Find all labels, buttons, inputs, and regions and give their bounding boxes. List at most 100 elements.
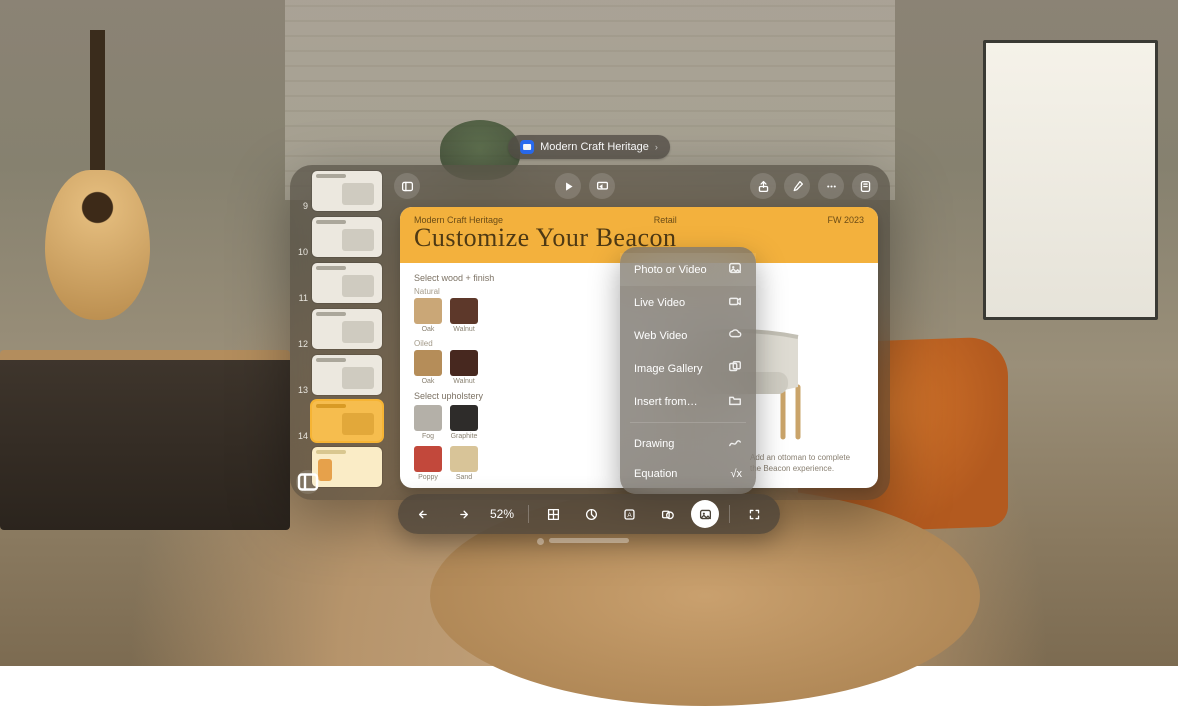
equation-icon: √x — [730, 468, 742, 480]
popover-item-folder[interactable]: Insert from… — [620, 385, 756, 418]
slide-thumbnail[interactable]: 12 — [294, 309, 382, 349]
keynote-app-icon — [520, 140, 534, 154]
share-button[interactable] — [750, 173, 776, 199]
slide-number: 14 — [294, 431, 308, 441]
svg-text:A: A — [627, 511, 632, 518]
swatch[interactable]: Oak — [414, 298, 442, 333]
chevron-right-icon: › — [655, 142, 658, 152]
popover-item-equation[interactable]: Equation √x — [620, 460, 756, 488]
slide-number: 12 — [294, 339, 308, 349]
media-console — [0, 350, 290, 530]
cloud-icon — [728, 327, 742, 344]
slide-preview — [312, 217, 382, 257]
insert-text-button[interactable]: A — [615, 500, 643, 528]
swatch-label: Sand — [450, 474, 478, 481]
slide-number: 10 — [294, 247, 308, 257]
guitar — [35, 30, 160, 320]
swatch-label: Poppy — [414, 474, 442, 481]
zoom-level[interactable]: 52% — [486, 507, 518, 521]
swatch-label: Fog — [414, 433, 442, 440]
popover-item-label: Equation — [634, 468, 677, 480]
slide-thumbnail[interactable]: 11 — [294, 263, 382, 303]
swatch-label: Graphite — [450, 433, 478, 440]
gallery-icon — [728, 360, 742, 377]
keynote-window: 9 10 11 12 13 14 — [290, 165, 890, 500]
slide-thumbnail[interactable]: 9 — [294, 171, 382, 211]
swatch-chip — [450, 405, 478, 431]
swatch-chip — [450, 350, 478, 376]
insert-chart-button[interactable] — [577, 500, 605, 528]
inspector-button[interactable] — [852, 173, 878, 199]
bottom-toolbar: 52% A — [398, 494, 780, 534]
popover-item-label: Image Gallery — [634, 363, 702, 375]
slide-preview — [312, 355, 382, 395]
slide-number: 13 — [294, 385, 308, 395]
camera-icon — [728, 294, 742, 311]
toolbar-separator — [729, 505, 730, 523]
top-toolbar — [388, 171, 884, 201]
swatch-label: Oak — [414, 378, 442, 385]
redo-button[interactable] — [448, 500, 476, 528]
room-window — [983, 40, 1158, 320]
swatch-chip — [450, 298, 478, 324]
popover-item-photo[interactable]: Photo or Video — [620, 253, 756, 286]
scribble-icon — [728, 435, 742, 452]
popover-separator — [630, 422, 746, 423]
slide-meta-right: FW 2023 — [827, 215, 864, 225]
photo-icon — [728, 261, 742, 278]
more-button[interactable] — [818, 173, 844, 199]
document-title-pill[interactable]: Modern Craft Heritage › — [508, 135, 670, 159]
slide-number: 9 — [294, 201, 308, 211]
swatch-chip — [450, 446, 478, 472]
slide-preview — [312, 263, 382, 303]
popover-item-label: Photo or Video — [634, 264, 707, 276]
undo-button[interactable] — [410, 500, 438, 528]
popover-item-gallery[interactable]: Image Gallery — [620, 352, 756, 385]
slide-thumbnail[interactable]: 14 — [294, 401, 382, 441]
format-paintbrush-button[interactable] — [784, 173, 810, 199]
swatch[interactable]: Poppy — [414, 446, 442, 481]
swatch[interactable]: Walnut — [450, 350, 478, 385]
document-title: Modern Craft Heritage — [540, 141, 649, 153]
swatch[interactable]: Graphite — [450, 405, 478, 440]
swatch-label: Oak — [414, 326, 442, 333]
swatch-chip — [414, 405, 442, 431]
popover-item-label: Web Video — [634, 330, 687, 342]
insert-shape-button[interactable] — [653, 500, 681, 528]
swatch[interactable]: Walnut — [450, 298, 478, 333]
popover-item-label: Insert from… — [634, 396, 698, 408]
slide-number: 11 — [294, 293, 308, 303]
slide-preview — [312, 309, 382, 349]
insert-media-button[interactable] — [691, 500, 719, 528]
swatch-chip — [414, 350, 442, 376]
swatch[interactable]: Oak — [414, 350, 442, 385]
swatch-label: Walnut — [450, 326, 478, 333]
slide-preview — [312, 447, 382, 487]
expand-button[interactable] — [740, 500, 768, 528]
slide-preview — [312, 401, 382, 441]
window-move-handle[interactable] — [549, 538, 629, 543]
slide-navigator[interactable]: 9 10 11 12 13 14 — [290, 165, 388, 500]
popover-item-scribble[interactable]: Drawing — [620, 427, 756, 460]
toolbar-separator — [528, 505, 529, 523]
slide-preview — [312, 171, 382, 211]
insert-table-button[interactable] — [539, 500, 567, 528]
popover-item-camera[interactable]: Live Video — [620, 286, 756, 319]
slide-footnote: Add an ottoman to complete the Beacon ex… — [750, 453, 860, 474]
swatch[interactable]: Fog — [414, 405, 442, 440]
folder-icon — [728, 393, 742, 410]
swatch-label: Walnut — [450, 378, 478, 385]
view-mode-button[interactable] — [394, 173, 420, 199]
window-close-dot[interactable] — [537, 538, 544, 545]
popover-item-cloud[interactable]: Web Video — [620, 319, 756, 352]
popover-item-label: Drawing — [634, 438, 674, 450]
swatch-chip — [414, 298, 442, 324]
present-display-button[interactable] — [589, 173, 615, 199]
play-button[interactable] — [555, 173, 581, 199]
insert-media-popover: Photo or Video Live Video Web Video Image G… — [620, 247, 756, 494]
slide-thumbnail[interactable]: 10 — [294, 217, 382, 257]
slide-thumbnail[interactable]: 13 — [294, 355, 382, 395]
popover-item-label: Live Video — [634, 297, 685, 309]
navigator-toggle-button[interactable] — [296, 470, 320, 494]
swatch[interactable]: Sand — [450, 446, 478, 481]
